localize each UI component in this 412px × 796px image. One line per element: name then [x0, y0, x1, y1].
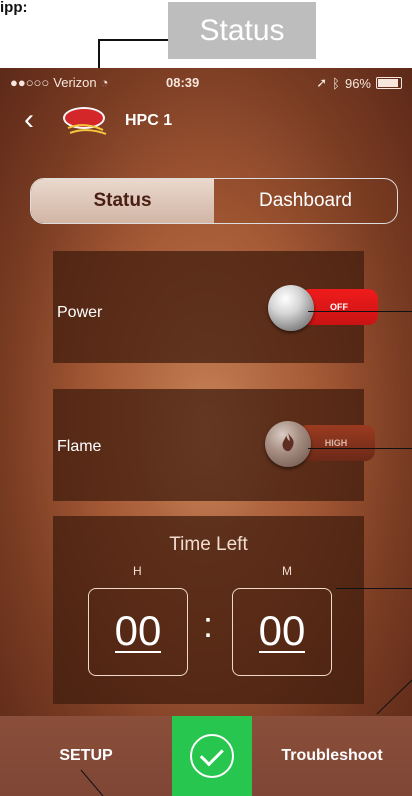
top-fragment: ipp:: [0, 0, 28, 16]
flame-toggle-knob: [265, 421, 311, 467]
battery-icon: [376, 77, 402, 89]
navigation-bar: ‹ HPC 1: [0, 96, 412, 148]
timer-card: Time Left H M 00 : 00: [53, 516, 364, 704]
tab-dashboard[interactable]: Dashboard: [214, 179, 397, 223]
phone-screen: ●●○○○ Verizon ◔ 08:39 ➚ ᛒ 96% ‹ HPC 1 St…: [0, 68, 412, 796]
minutes-value: 00: [258, 607, 306, 654]
time-left-title: Time Left: [169, 534, 248, 555]
troubleshoot-button[interactable]: Troubleshoot: [252, 716, 412, 796]
status-right: ➚ ᛒ 96%: [316, 75, 402, 91]
confirm-button[interactable]: [172, 716, 252, 796]
location-icon: ➚: [316, 75, 328, 90]
power-toggle-knob: [268, 285, 314, 331]
check-mark: [199, 741, 224, 766]
signal-icon: ●●○○○: [10, 75, 50, 90]
status-bar: ●●○○○ Verizon ◔ 08:39 ➚ ᛒ 96%: [0, 68, 412, 96]
hours-value: 00: [114, 607, 162, 654]
callout-leader-horizontal: [98, 39, 168, 41]
power-label: Power: [57, 304, 103, 321]
flame-toggle-state: HIGH: [324, 438, 348, 448]
power-callout-line: [308, 311, 412, 312]
status-time: 08:39: [166, 75, 200, 90]
flame-label: Flame: [57, 438, 102, 455]
power-card: Power OFF: [53, 251, 378, 363]
flame-card: Flame HIGH: [53, 389, 375, 501]
hours-display: 00: [88, 588, 188, 676]
status-callout: Status: [168, 2, 316, 59]
flame-toggle[interactable]: HIGH: [265, 421, 375, 467]
power-toggle[interactable]: OFF: [268, 285, 378, 331]
minutes-unit-label: M: [282, 564, 292, 578]
status-dashboard-segmented-control: Status Dashboard: [30, 178, 398, 224]
setup-button[interactable]: SETUP: [0, 716, 172, 796]
bottom-bar: SETUP Troubleshoot: [0, 716, 412, 796]
tab-status[interactable]: Status: [31, 179, 214, 223]
battery-label: 96%: [344, 75, 371, 91]
hpc-logo: [63, 107, 107, 135]
hours-unit-label: H: [133, 564, 142, 578]
timer-callout-line: [336, 588, 412, 589]
carrier-label: Verizon: [53, 75, 97, 90]
back-icon[interactable]: ‹: [24, 105, 44, 135]
time-separator: :: [203, 604, 214, 645]
flame-callout-line: [308, 448, 412, 449]
status-left: ●●○○○ Verizon ◔: [10, 75, 109, 90]
bluetooth-icon: ᛒ: [332, 75, 340, 91]
minutes-display: 00: [232, 588, 332, 676]
flame-icon: [282, 432, 294, 452]
wifi-icon: ◔: [100, 75, 109, 90]
check-icon: [190, 734, 234, 778]
nav-title: HPC 1: [125, 112, 173, 129]
